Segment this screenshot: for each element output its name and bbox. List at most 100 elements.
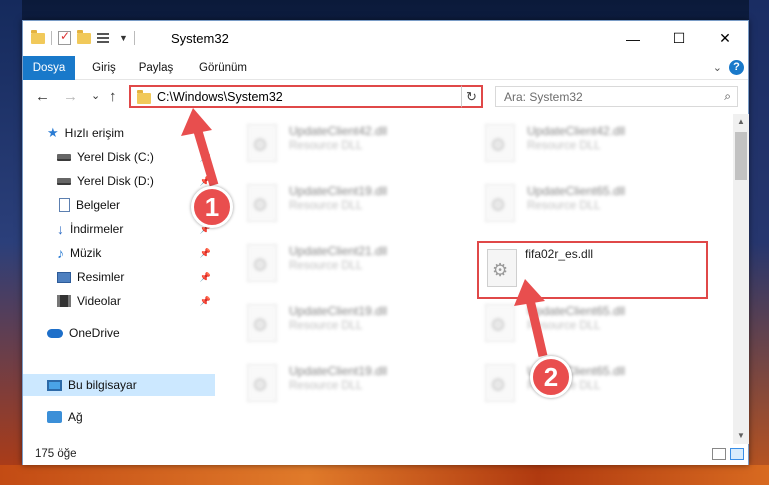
address-path[interactable]: C:\Windows\System32 — [157, 90, 283, 104]
file-item[interactable]: UpdateClient42.dll Resource DLL — [475, 116, 700, 170]
pin-icon: 📌 — [199, 247, 211, 258]
sidebar-item-label: Ağ — [68, 410, 83, 424]
scrollbar-thumb[interactable] — [735, 132, 747, 180]
dll-file-icon — [485, 304, 515, 342]
file-explorer-window: ▼ System32 — ☐ ✕ Dosya Giriş Paylaş Görü… — [22, 20, 749, 465]
sidebar-item-documents[interactable]: Belgeler 📌 — [23, 194, 215, 216]
computer-icon — [47, 379, 62, 391]
sidebar-item-label: Videolar — [77, 294, 121, 308]
tab-share[interactable]: Paylaş — [133, 56, 179, 80]
file-item[interactable]: UpdateClient42.dll Resource DLL — [237, 116, 462, 170]
sidebar-item-label: Yerel Disk (D:) — [77, 174, 154, 188]
file-name: UpdateClient42.dll — [527, 124, 626, 138]
music-icon: ♪ — [57, 245, 64, 261]
details-view-icon[interactable] — [712, 448, 726, 460]
dll-file-icon — [485, 364, 515, 402]
sidebar-item-videos[interactable]: Videolar 📌 — [23, 290, 215, 312]
minimize-button[interactable]: — — [610, 21, 656, 56]
file-item[interactable]: UpdateClient65.dll Resource DLL — [475, 176, 700, 230]
disk-icon — [57, 153, 71, 161]
cloud-icon — [47, 328, 63, 338]
close-button[interactable]: ✕ — [702, 21, 748, 56]
quick-access-toolbar: ▼ — [31, 29, 135, 45]
file-type: Resource DLL — [289, 140, 363, 152]
sidebar-item-label: İndirmeler — [70, 222, 124, 236]
file-name: UpdateClient19.dll — [289, 184, 388, 198]
navigation-pane: ★ Hızlı erişim Yerel Disk (C:) 📌 Yerel D… — [23, 114, 215, 444]
sidebar-item-local-disk-d[interactable]: Yerel Disk (D:) 📌 — [23, 170, 215, 192]
dll-file-icon — [247, 184, 277, 222]
download-icon: ↓ — [57, 221, 64, 237]
file-type: Resource DLL — [289, 320, 363, 332]
file-item[interactable]: UpdateClient19.dll Resource DLL — [237, 176, 462, 230]
file-name: UpdateClient42.dll — [289, 124, 388, 138]
sidebar-item-downloads[interactable]: ↓ İndirmeler 📌 — [23, 218, 215, 240]
file-name: fifa02r_es.dll — [525, 247, 594, 261]
large-icons-view-icon[interactable] — [730, 448, 744, 460]
title-bar: ▼ System32 — ☐ ✕ — [23, 21, 748, 56]
sidebar-item-label: Hızlı erişim — [64, 126, 124, 140]
file-type: Resource DLL — [289, 260, 363, 272]
network-icon — [47, 411, 62, 423]
help-icon[interactable]: ? — [729, 60, 744, 75]
dll-file-icon — [247, 244, 277, 282]
scroll-down-icon[interactable]: ▼ — [733, 428, 749, 444]
scroll-up-icon[interactable]: ▲ — [733, 114, 749, 130]
document-icon — [59, 198, 70, 212]
back-button[interactable]: ← — [35, 88, 50, 105]
file-name: UpdateClient19.dll — [289, 364, 388, 378]
properties-checkmark-icon[interactable] — [58, 29, 71, 45]
sidebar-item-onedrive[interactable]: OneDrive — [23, 322, 215, 344]
tab-file[interactable]: Dosya — [23, 56, 75, 80]
sidebar-item-label: Müzik — [70, 246, 102, 260]
pin-icon: 📌 — [199, 295, 211, 306]
refresh-button[interactable]: ↻ — [461, 85, 483, 108]
file-item-highlighted[interactable]: fifa02r_es.dll — [477, 241, 708, 299]
search-input[interactable]: Ara: System32 — [504, 90, 583, 104]
qat-dropdown-icon[interactable]: ▼ — [119, 33, 128, 43]
address-bar[interactable]: C:\Windows\System32 ⌄ — [129, 85, 483, 108]
sidebar-item-pictures[interactable]: Resimler 📌 — [23, 266, 215, 288]
new-folder-icon[interactable] — [77, 29, 91, 44]
file-item[interactable]: UpdateClient19.dll Resource DLL — [237, 296, 462, 350]
file-item[interactable]: UpdateClient19.dll Resource DLL — [237, 356, 462, 410]
sidebar-item-label: Bu bilgisayar — [68, 378, 137, 392]
dll-file-icon — [485, 124, 515, 162]
maximize-button[interactable]: ☐ — [656, 21, 702, 56]
forward-button[interactable]: → — [63, 88, 78, 105]
item-count: 175 öğe — [35, 448, 77, 460]
search-icon[interactable]: ⌕ — [724, 89, 731, 104]
recent-locations-button[interactable]: ⌄ — [91, 89, 100, 102]
file-name: UpdateClient65.dll — [527, 304, 626, 318]
search-box[interactable]: Ara: System32 ⌕ — [495, 86, 738, 107]
tab-home[interactable]: Giriş — [85, 56, 123, 80]
view-switcher — [712, 448, 744, 460]
file-type: Resource DLL — [289, 200, 363, 212]
file-type: Resource DLL — [289, 380, 363, 392]
desktop-wallpaper-right — [749, 0, 769, 485]
sidebar-item-network[interactable]: Ağ — [23, 406, 215, 428]
folder-icon[interactable] — [31, 29, 45, 44]
file-list: UpdateClient42.dll Resource DLL UpdateCl… — [215, 114, 733, 444]
sidebar-item-this-pc[interactable]: Bu bilgisayar — [23, 374, 215, 396]
up-button[interactable]: ↑ — [109, 88, 117, 105]
toolbar-separator — [51, 31, 52, 45]
file-item[interactable]: UpdateClient65.dll Resource DLL — [475, 356, 700, 410]
videos-icon — [57, 295, 71, 307]
sidebar-item-quick-access[interactable]: ★ Hızlı erişim — [23, 122, 215, 144]
view-properties-icon[interactable] — [97, 32, 113, 44]
chevron-down-icon[interactable]: ⌄ — [713, 61, 722, 74]
file-item[interactable]: UpdateClient21.dll Resource DLL — [237, 236, 462, 290]
desktop-wallpaper-bottom — [0, 465, 769, 485]
sidebar-item-label: Yerel Disk (C:) — [77, 150, 154, 164]
annotation-step-2-badge: 2 — [530, 356, 572, 398]
sidebar-item-label: Belgeler — [76, 198, 121, 212]
window-title: System32 — [171, 31, 229, 46]
tab-view[interactable]: Görünüm — [195, 56, 251, 80]
file-item[interactable]: UpdateClient65.dll Resource DLL — [475, 296, 700, 350]
vertical-scrollbar[interactable]: ▲ ▼ — [733, 114, 749, 444]
window-controls: — ☐ ✕ — [610, 21, 748, 56]
sidebar-item-local-disk-c[interactable]: Yerel Disk (C:) 📌 — [23, 146, 215, 168]
pictures-icon — [57, 271, 71, 283]
sidebar-item-music[interactable]: ♪ Müzik 📌 — [23, 242, 215, 264]
